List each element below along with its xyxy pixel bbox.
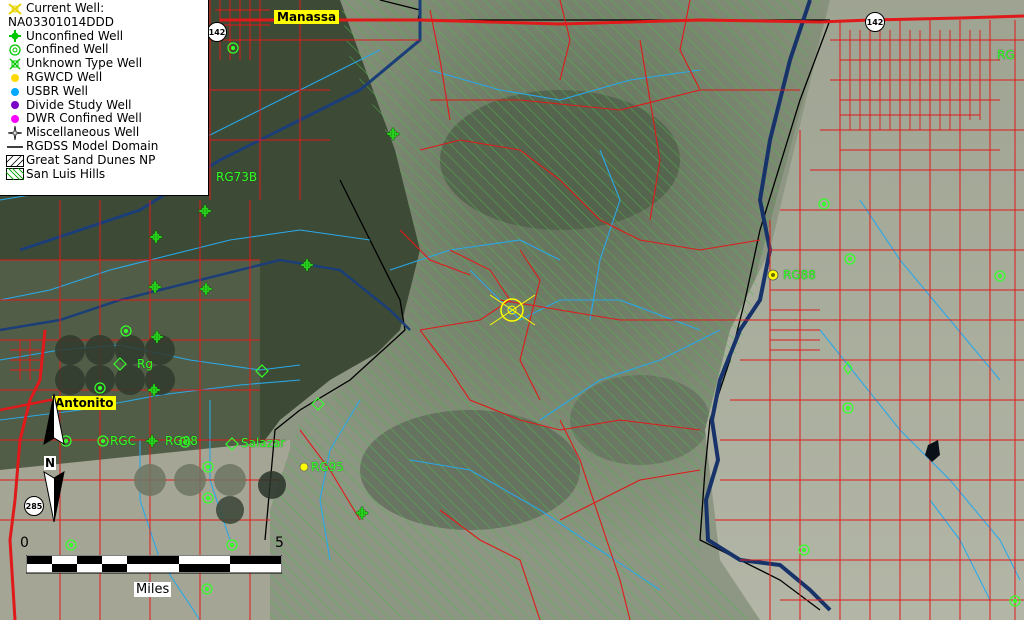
legend-label: Great Sand Dunes NP [26, 152, 156, 167]
miscellaneous-well-icon [4, 126, 26, 141]
well-label-rgc: RGC [110, 434, 137, 448]
legend-label: Miscellaneous Well [26, 125, 140, 140]
legend-row-hatch-slh: San Luis Hills [4, 166, 208, 182]
well-label-rg73b: RG73B [216, 170, 258, 184]
scale-bar-graphic [26, 555, 282, 574]
legend-label: Unknown Type Well [26, 56, 143, 71]
legend-current-well-id-row: NA03301014DDD [4, 14, 208, 30]
well-label-rg-top-right: RG [997, 48, 1015, 62]
unconfined-well-icon [4, 30, 26, 43]
hatch-np-icon [4, 154, 26, 167]
legend-row-hatch-np: Great Sand Dunes NP [4, 152, 208, 168]
legend-items: Unconfined Well Confined Well Unknown Type… [4, 28, 208, 182]
highway-142-shield-west: 142 [207, 22, 227, 42]
unknown-type-well-icon [4, 58, 26, 71]
legend-label: Confined Well [26, 42, 109, 57]
scale-bar: 0 5 Miles [20, 535, 290, 605]
legend-row-usbr-well: USBR Well [4, 83, 208, 99]
map-legend: Current Well: NA03301014DDD Unconfined W… [0, 0, 209, 196]
legend-label: USBR Well [26, 83, 88, 98]
legend-row-model-domain-line: RGDSS Model Domain [4, 138, 208, 154]
well-label-rg95: RG95 [311, 460, 344, 474]
legend-label: RGDSS Model Domain [26, 138, 159, 153]
legend-row-divide-study-well: Divide Study Well [4, 97, 208, 113]
usbr-well-icon [4, 85, 26, 98]
legend-current-well-title: Current Well: [26, 1, 105, 15]
place-label-manassa: Manassa [274, 10, 340, 24]
legend-current-well-row: Current Well: [4, 1, 208, 16]
rgwcd-well-icon [4, 71, 26, 84]
confined-well-icon [4, 44, 26, 57]
legend-current-well-id: NA03301014DDD [8, 14, 114, 29]
dwr-confined-well-icon [4, 113, 26, 126]
well-label-rg: Rg [137, 357, 153, 371]
model-domain-line-icon [4, 140, 26, 153]
legend-row-unknown-type-well: Unknown Type Well [4, 56, 208, 71]
legend-label: San Luis Hills [26, 166, 106, 181]
scale-end-label: 5 [275, 535, 284, 551]
divide-study-well-icon [4, 99, 26, 112]
well-label-rg88-west: RG88 [165, 434, 198, 448]
scale-units-label: Miles [134, 582, 172, 597]
well-label-salazar: Salazar [241, 436, 286, 450]
legend-label: RGWCD Well [26, 69, 103, 84]
legend-label: Unconfined Well [26, 28, 124, 43]
current-well-icon [4, 2, 26, 15]
legend-label: DWR Confined Well [26, 111, 142, 126]
scale-start-label: 0 [20, 535, 29, 551]
legend-row-confined-well: Confined Well [4, 43, 208, 57]
legend-label: Divide Study Well [26, 97, 132, 112]
north-label: N [44, 456, 56, 470]
legend-row-rgwcd-well: RGWCD Well [4, 69, 208, 85]
well-label-rg88: RG88 [783, 268, 816, 282]
highway-142-shield-east: 142 [865, 12, 885, 32]
legend-row-miscellaneous-well: Miscellaneous Well [4, 125, 208, 141]
map-view[interactable]: 142 142 285 Manassa Antonito RG RG73B RG… [0, 0, 1024, 620]
legend-row-dwr-confined-well: DWR Confined Well [4, 112, 208, 126]
legend-row-unconfined-well: Unconfined Well [4, 28, 208, 44]
hatch-slh-icon [4, 168, 26, 181]
